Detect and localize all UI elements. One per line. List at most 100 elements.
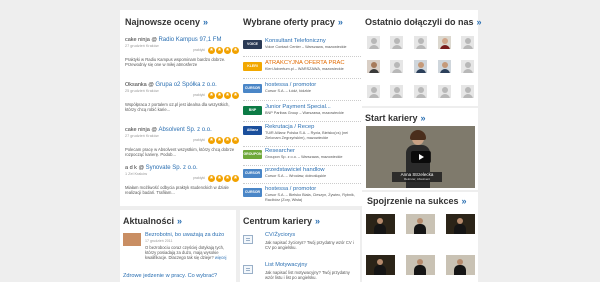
rating-label: praktyki: [192, 176, 205, 180]
success-panel: Spojrzenie na sukces»: [362, 192, 478, 282]
news-title: Aktualności»: [123, 216, 182, 226]
success-video-thumb[interactable]: [406, 214, 435, 234]
company-logo: GROUPON: [243, 150, 262, 159]
rating-stars: praktyki★★★★★: [193, 46, 247, 54]
review-user[interactable]: cake ninja: [125, 37, 150, 43]
rating-stars: praktyki★★★★★: [193, 91, 247, 99]
career-center-more-link[interactable]: »: [315, 216, 320, 226]
star-icon: ★: [224, 174, 231, 182]
video-player[interactable]: Anna Strzelecka Rekruter, Absolvent: [366, 126, 475, 188]
review-text: Praktyki w Radiu Kampus wspominam bardzo…: [125, 57, 226, 68]
ratings-more-link[interactable]: »: [203, 17, 208, 27]
news-more-inline-link[interactable]: więcej: [215, 255, 227, 260]
divider: [243, 121, 361, 122]
success-video-thumb[interactable]: [406, 255, 435, 275]
review-item: Oksanka @ Grupa o2 Spółka z o.o. 25 grud…: [125, 82, 251, 113]
career-center-link[interactable]: List Motywacyjny: [265, 262, 307, 268]
company-logo: VOICE: [243, 40, 262, 49]
offer-title-link[interactable]: Junior Payment Special...: [265, 104, 331, 110]
rating-label: praktyki: [192, 138, 205, 142]
news-more-link[interactable]: »: [177, 216, 182, 226]
news-title-text: Aktualności: [123, 216, 175, 226]
offers-title-text: Wybrane oferty pracy: [243, 17, 335, 27]
offer-title-link[interactable]: Rekrutacja / Recep: [265, 124, 314, 130]
news-title-link[interactable]: Bezrobotni, bo uważają za dużo: [145, 232, 224, 238]
play-icon[interactable]: [410, 151, 431, 163]
star-icon: ★: [216, 91, 223, 99]
rating-stars: praktyki★★★★★: [193, 136, 247, 144]
member-avatar[interactable]: [367, 60, 380, 73]
success-video-thumb[interactable]: [446, 214, 475, 234]
offer-item[interactable]: VOICE Konsultant Telefoniczny Voice Cont…: [243, 38, 361, 62]
offers-title: Wybrane oferty pracy»: [243, 17, 343, 27]
offer-item[interactable]: Allianz Rekrutacja / Recep TUiR Allianz …: [243, 124, 361, 148]
member-avatar[interactable]: [461, 85, 474, 98]
offer-title-link[interactable]: przedstawiciel handlow: [265, 167, 325, 173]
news-panel: Aktualności» Bezrobotni, bo uważają za d…: [120, 210, 236, 282]
offers-more-link[interactable]: »: [338, 17, 343, 27]
career-center-title-text: Centrum kariery: [243, 216, 313, 226]
ratings-title-text: Najnowsze oceny: [125, 17, 201, 27]
member-avatar[interactable]: [438, 60, 451, 73]
offer-item[interactable]: KLERI ATRAKCYJNA OFERTA PRAC Kleri Adver…: [243, 60, 361, 84]
success-video-thumb[interactable]: [446, 255, 475, 275]
member-avatar[interactable]: [461, 36, 474, 49]
offer-title-link[interactable]: Researcher: [265, 148, 295, 154]
career-center-link[interactable]: CV/Życiorys: [265, 232, 295, 238]
star-icon: ★: [208, 174, 215, 182]
success-title: Spojrzenie na sukces»: [367, 196, 467, 206]
offer-company: TUiR Allianz Polska S.A. – Ryxia, Bielsk…: [265, 131, 349, 140]
review-company-link[interactable]: Synovate Sp. z o.o.: [146, 165, 198, 171]
member-avatar[interactable]: [367, 85, 380, 98]
member-avatar[interactable]: [414, 85, 427, 98]
member-avatar[interactable]: [414, 60, 427, 73]
offer-company: Groupon Sp. z o.o. – Warszawa, mazowieck…: [265, 155, 343, 159]
career-center-text: Jak napisać życiorys? Twój przydatny wzó…: [265, 240, 354, 251]
member-avatar[interactable]: [438, 85, 451, 98]
review-company-link[interactable]: Absolvent Sp. z o.o.: [158, 127, 211, 133]
member-avatar[interactable]: [367, 36, 380, 49]
success-video-thumb[interactable]: [366, 255, 395, 275]
career-start-panel: Start kariery» Anna Strzelecka Rekruter,…: [362, 108, 478, 190]
success-more-link[interactable]: »: [462, 196, 467, 206]
star-icon: ★: [208, 46, 215, 54]
review-user[interactable]: cake ninja: [125, 127, 150, 133]
members-panel: Ostatnio dołączyli do nas»: [362, 10, 482, 106]
review-user[interactable]: a d k: [125, 165, 137, 171]
review-at: @: [138, 165, 145, 171]
member-avatar[interactable]: [390, 60, 403, 73]
members-title: Ostatnio dołączyli do nas»: [365, 17, 482, 27]
document-icon: [243, 235, 253, 244]
news-title-link[interactable]: Zdrowe jedzenie w pracy. Co wybrać?: [123, 273, 217, 279]
company-logo: Allianz: [243, 126, 262, 135]
news-image[interactable]: [123, 233, 141, 246]
review-user[interactable]: Oksanka: [125, 82, 147, 88]
member-avatar[interactable]: [461, 60, 474, 73]
review-company-link[interactable]: Radio Kampus 97,1 FM: [158, 37, 221, 43]
star-icon: ★: [224, 46, 231, 54]
offer-item[interactable]: CURSOR hostessa / promotor Cursor S.A. –…: [243, 82, 361, 106]
members-title-text: Ostatnio dołączyli do nas: [365, 17, 474, 27]
divider: [243, 78, 361, 79]
member-avatar[interactable]: [438, 36, 451, 49]
offer-title-link[interactable]: ATRAKCYJNA OFERTA PRAC: [265, 60, 345, 66]
career-start-more-link[interactable]: »: [421, 113, 426, 123]
offer-title-link[interactable]: hostessa / promotor: [265, 186, 316, 192]
member-avatar[interactable]: [414, 36, 427, 49]
offer-item[interactable]: CURSOR hostessa / promotor Cursor S.A. –…: [243, 186, 361, 210]
career-start-title: Start kariery»: [365, 113, 426, 123]
member-avatar[interactable]: [390, 36, 403, 49]
review-item: cake ninja @ Radio Kampus 97,1 FM 27 gru…: [125, 37, 251, 68]
offer-title-link[interactable]: hostessa / promotor: [265, 82, 316, 88]
member-avatar[interactable]: [390, 85, 403, 98]
review-text: Polecam pracę w Absolvent wszystkim, któ…: [125, 147, 235, 158]
offer-company: Cursor S.A. – Bielsko Biała, Cieszyn, Ży…: [265, 193, 355, 202]
members-more-link[interactable]: »: [477, 17, 482, 27]
news-text: O bezrobociu coraz częściej dotykają tyc…: [145, 245, 233, 261]
success-video-thumb[interactable]: [366, 214, 395, 234]
review-company-link[interactable]: Grupa o2 Spółka z o.o.: [155, 82, 216, 88]
news-date: 17 grudzień 2011: [145, 239, 173, 243]
offers-panel: Wybrane oferty pracy» VOICE Konsultant T…: [240, 10, 362, 206]
career-start-title-text: Start kariery: [365, 113, 418, 123]
offer-title-link[interactable]: Konsultant Telefoniczny: [265, 38, 326, 44]
